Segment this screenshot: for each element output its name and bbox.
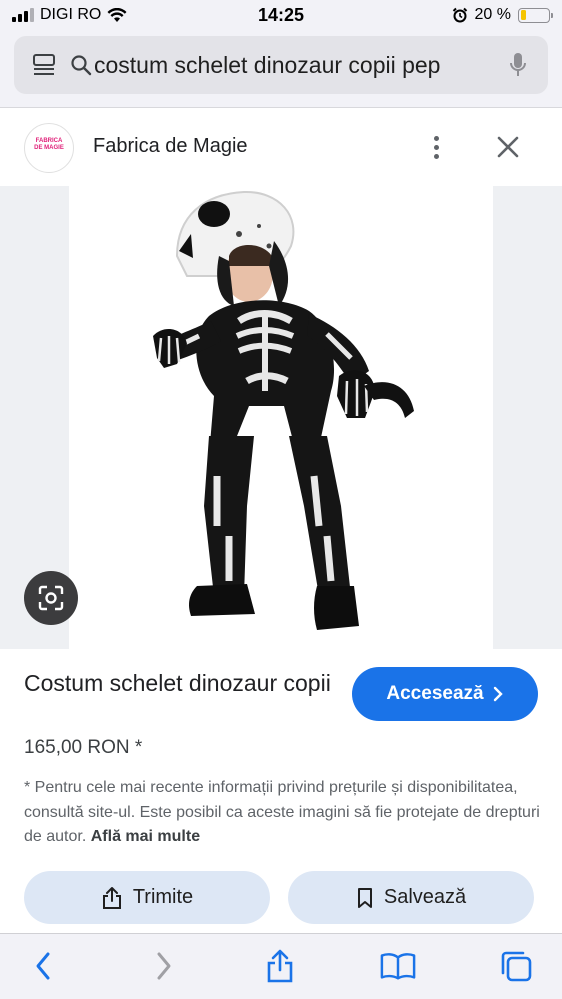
lens-icon[interactable]	[24, 571, 78, 625]
alarm-icon	[452, 7, 467, 23]
product-price: 165,00 RON *	[24, 737, 143, 758]
visit-button-label: Accesează	[386, 683, 484, 704]
battery-label: 20 %	[474, 6, 511, 23]
battery-level	[520, 10, 526, 20]
book-icon[interactable]	[380, 948, 416, 984]
browser-toolbar	[0, 933, 562, 999]
search-query-text: costum schelet dinozaur copii pep	[94, 51, 441, 78]
source-logo-text: FABRICA DE MAGIE	[34, 138, 64, 151]
learn-more-link[interactable]: Află mai multe	[91, 828, 200, 845]
tabs-icon[interactable]	[498, 948, 534, 984]
mic-icon[interactable]	[502, 49, 534, 81]
product-title[interactable]: Costum schelet dinozaur copii	[24, 668, 344, 698]
chevron-right-icon	[493, 686, 503, 702]
share-button-label: Trimite	[132, 886, 194, 908]
search-icon	[71, 55, 92, 76]
share-button[interactable]: Trimite	[24, 871, 270, 924]
save-button-label: Salvează	[383, 886, 467, 908]
product-image[interactable]	[69, 186, 493, 649]
search-header: costum schelet dinozaur copii pep	[0, 34, 562, 108]
save-button[interactable]: Salvează	[288, 871, 534, 924]
image-area	[0, 186, 562, 649]
battery-icon	[518, 7, 553, 23]
bookmark-icon	[357, 887, 372, 908]
status-right: 20 %	[452, 6, 553, 24]
close-icon[interactable]	[492, 131, 524, 163]
share-sheet-icon[interactable]	[262, 948, 298, 984]
source-row: FABRICA DE MAGIE Fabrica de Magie	[0, 109, 562, 186]
source-logo[interactable]: FABRICA DE MAGIE	[24, 123, 74, 173]
search-query[interactable]: costum schelet dinozaur copii pep	[70, 52, 502, 79]
more-vert-icon[interactable]	[420, 131, 452, 163]
status-bar: DIGI RO 14:25 20 %	[0, 0, 562, 34]
search-field[interactable]: costum schelet dinozaur copii pep	[14, 36, 548, 94]
source-name[interactable]: Fabrica de Magie	[93, 135, 248, 158]
visit-button[interactable]: Accesează	[352, 667, 538, 721]
share-icon	[102, 886, 121, 909]
disclaimer: * Pentru cele mai recente informații pri…	[24, 776, 540, 850]
back-icon[interactable]	[25, 948, 61, 984]
forward-icon[interactable]	[146, 948, 182, 984]
google-apps-icon[interactable]	[28, 49, 60, 81]
